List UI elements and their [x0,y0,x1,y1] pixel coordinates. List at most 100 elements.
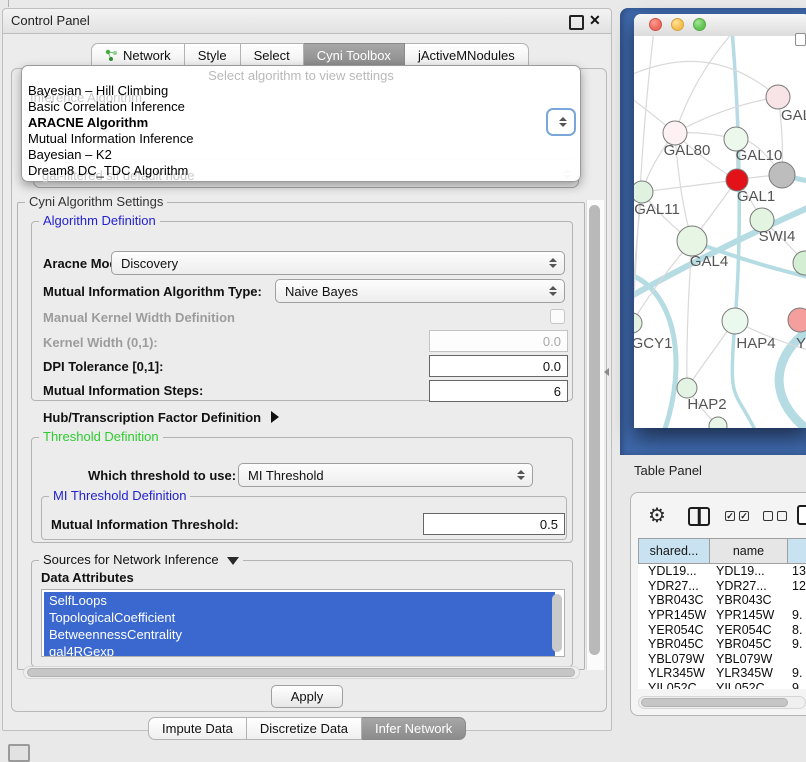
dropdown-item[interactable]: Mutual Information Inference [22,131,580,147]
node-label: SWI4 [759,228,796,245]
dropdown-item-selected[interactable]: ARACNE Algorithm [22,115,580,131]
dpi-tolerance-label: DPI Tolerance [0,1]: [43,359,163,374]
node-bottom [709,417,727,428]
mi-threshold-legend: MI Threshold Definition [49,489,190,503]
node-label: GAL11 [634,201,680,218]
focused-combo-fragment [546,108,576,136]
select-all-checkbox-icon[interactable]: ✓ [725,511,735,521]
table-row[interactable]: YBR043CYBR043C [638,593,806,608]
network-view-window[interactable]: GAL GAL80 GAL10 GAL1 GAL11 SWI4 GAL4 GCY… [634,14,806,428]
column-layout-icon[interactable] [688,507,710,526]
dpi-tolerance-field[interactable]: 0.0 [429,355,568,377]
cell: YBL079W [638,652,710,666]
attribute-item-selected[interactable]: BetweennessCentrality [44,626,555,643]
column-header-clipped[interactable] [788,538,806,564]
dropdown-item[interactable]: Bayesian – Hill Climbing [22,83,580,99]
which-threshold-label: Which threshold to use: [88,468,236,483]
cell: 8. [788,623,802,637]
cell: YDR27... [638,579,710,593]
minimize-traffic-light-icon[interactable] [671,18,684,31]
mi-steps-field[interactable]: 6 [429,380,568,402]
float-window-icon[interactable] [569,15,584,30]
tab-discretize-data[interactable]: Discretize Data [247,717,362,740]
deselect-all-checkbox-icon[interactable] [777,511,787,521]
dropdown-item[interactable]: Basic Correlation Inference [22,99,580,115]
table-row[interactable]: YLR345WYLR345W9. [638,666,806,681]
tab-cyni-toolbox[interactable]: Cyni Toolbox [304,43,405,67]
close-icon[interactable]: ✕ [589,12,601,29]
node-gal11 [634,181,653,203]
gear-icon[interactable]: ⚙ [648,506,666,526]
column-header-name[interactable]: name [710,538,788,564]
table-row[interactable]: YPR145WYPR145W9. [638,608,806,623]
mi-threshold-field[interactable]: 0.5 [423,513,565,535]
table-row[interactable]: YIL052CYIL052C9 [638,681,806,689]
zoom-traffic-light-icon[interactable] [693,18,706,31]
mi-steps-label: Mutual Information Steps: [43,383,203,398]
aracne-mode-combo[interactable]: Discovery [111,251,565,275]
settings-scrollbar-thumb[interactable] [589,205,600,655]
kernel-width-field[interactable]: 0.0 [429,330,568,352]
attributes-scrollbar-thumb[interactable] [552,594,562,652]
minimized-panel-icon[interactable] [8,744,30,762]
node-label: HAP4 [736,335,775,352]
hub-definition-expander[interactable]: Hub/Transcription Factor Definition [43,409,279,427]
cyni-settings-legend: Cyni Algorithm Settings [25,195,167,209]
select-all-checkbox-icon[interactable]: ✓ [739,511,749,521]
network-overlay-icon[interactable] [795,33,806,46]
node-y-right [788,308,806,332]
table-row[interactable]: YDR27...YDR27...12 [638,579,806,594]
cell: 12 [788,579,806,593]
deselect-all-checkbox-icon[interactable] [763,511,773,521]
manual-kernel-width-checkbox[interactable] [550,309,565,324]
column-header-sharedname[interactable]: shared... [638,538,710,564]
cell: YLR345W [638,666,710,680]
table-row[interactable]: YBR045CYBR045C9. [638,637,806,652]
control-panel-tabbar: Network Style Select Cyni Toolbox jActiv… [91,43,529,67]
cell: YBR043C [710,593,788,607]
tab-style[interactable]: Style [185,43,241,67]
tab-network[interactable]: Network [91,43,185,67]
collapse-down-icon [227,557,239,565]
table-hscrollbar-thumb[interactable] [641,698,788,707]
network-window-titlebar[interactable] [634,14,806,37]
which-threshold-combo[interactable]: MI Threshold [238,463,533,487]
sources-legend[interactable]: Sources for Network Inference [39,553,243,567]
attribute-item-selected[interactable]: gal4RGexp [44,643,555,657]
tab-infer-network[interactable]: Infer Network [362,717,466,740]
control-panel-window: Control Panel ✕ Network Style Select Cyn… [2,8,612,731]
splitter-collapse-icon[interactable] [604,368,609,376]
tab-label: Impute Data [162,721,233,736]
cell: YBR045C [638,637,710,651]
table-row[interactable]: YER054CYER054C8. [638,622,806,637]
dropdown-item[interactable]: Bayesian – K2 [22,147,580,163]
apply-button[interactable]: Apply [271,685,343,708]
application-root: Control Panel ✕ Network Style Select Cyn… [0,0,806,762]
attribute-item-selected[interactable]: TopologicalCoefficient [44,609,555,626]
table-row[interactable]: YBL079WYBL079W [638,652,806,667]
table-row[interactable]: YDL19...YDL19...13 [638,564,806,579]
cell: YBR043C [638,593,710,607]
table-panel-title: Table Panel [634,463,702,478]
tab-impute-data[interactable]: Impute Data [148,717,247,740]
algorithm-dropdown-popup: Inference Algorithm gal-filtered sif def… [21,65,581,182]
attribute-item-selected[interactable]: SelfLoops [44,592,555,609]
mi-threshold-label: Mutual Information Threshold: [51,517,239,532]
mi-algorithm-type-combo[interactable]: Naive Bayes [275,279,565,303]
dropdown-item[interactable]: Dream8 DC_TDC Algorithm [22,163,580,179]
settings-hscrollbar-thumb[interactable] [27,668,575,677]
table-body: YDL19...YDL19...13 YDR27...YDR27...12 YB… [638,564,806,689]
data-attributes-label: Data Attributes [41,570,134,585]
network-canvas[interactable]: GAL GAL80 GAL10 GAL1 GAL11 SWI4 GAL4 GCY… [634,36,806,428]
node-label: Y [796,335,806,352]
node-label: GAL [781,107,806,124]
data-attributes-list: SelfLoops TopologicalCoefficient Between… [41,589,565,657]
manual-kernel-width-label: Manual Kernel Width Definition [43,310,235,325]
tab-select[interactable]: Select [241,43,304,67]
cell: YDR27... [710,579,788,593]
tab-label: Cyni Toolbox [317,48,391,63]
export-table-icon[interactable] [797,505,806,525]
close-traffic-light-icon[interactable] [649,18,662,31]
tab-jactivemnodules[interactable]: jActiveMNodules [405,43,529,67]
control-panel-title: Control Panel [11,13,90,28]
